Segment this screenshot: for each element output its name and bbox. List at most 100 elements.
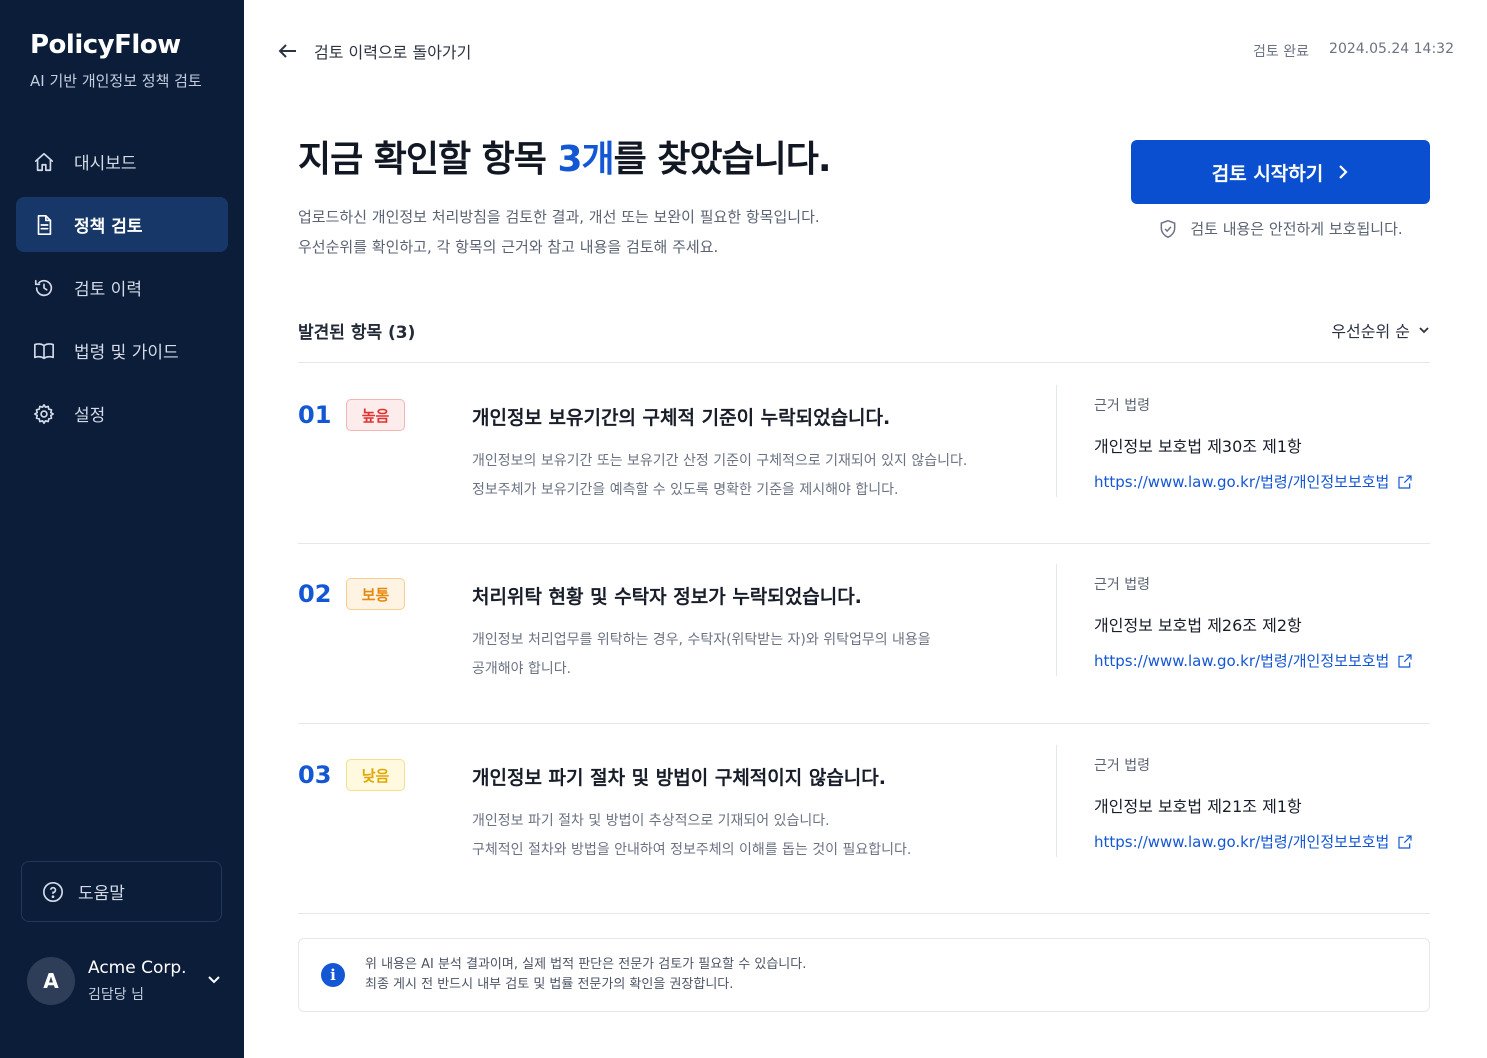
back-to-history-link[interactable]: 검토 이력으로 돌아가기 xyxy=(278,39,471,63)
finding-description: 개인정보 파기 절차 및 방법이 추상적으로 기재되어 있습니다. 구체적인 절… xyxy=(472,807,911,865)
law-link[interactable]: https://www.law.go.kr/법령/개인정보보호법 xyxy=(1094,650,1413,671)
law-reference: 개인정보 보호법 제21조 제1항 xyxy=(1094,797,1302,816)
finding-number: 02 xyxy=(298,580,332,608)
account-user: 김담당 님 xyxy=(88,987,144,1003)
sidebar-item-policy-review[interactable]: 정책 검토 xyxy=(16,197,228,252)
notice-line: 최종 게시 전 반드시 내부 검토 및 법률 전문가의 확인을 권장합니다. xyxy=(365,977,734,992)
brand: PolicyFlow AI 기반 개인정보 정책 검토 xyxy=(30,30,202,91)
divider xyxy=(298,723,1430,724)
help-button[interactable]: 도움말 xyxy=(21,861,222,922)
description-line: 공개해야 합니다. xyxy=(472,661,572,677)
divider xyxy=(1056,745,1057,857)
sidebar-item-label: 검토 이력 xyxy=(74,280,142,300)
sidebar-item-settings[interactable]: 설정 xyxy=(16,386,228,441)
law-label: 근거 법령 xyxy=(1094,577,1150,593)
review-status: 검토 완료 2024.05.24 14:32 xyxy=(1253,41,1454,61)
findings-title: 발견된 항목 (3) xyxy=(298,322,416,343)
notice-text: 위 내용은 AI 분석 결과이며, 실제 법적 판단은 전문가 검토가 필요할 … xyxy=(365,955,806,995)
info-icon: i xyxy=(321,963,345,987)
chevron-right-icon xyxy=(1339,165,1348,179)
history-icon xyxy=(32,276,56,300)
title-count: 3개 xyxy=(557,139,614,180)
review-datetime: 2024.05.24 14:32 xyxy=(1329,41,1454,57)
findings-header: 발견된 항목 (3) 우선순위 순 xyxy=(298,316,1430,344)
page-description: 업로드하신 개인정보 처리방침을 검토한 결과, 개선 또는 보완이 필요한 항… xyxy=(298,202,820,262)
sidebar-item-label: 대시보드 xyxy=(74,154,137,174)
description-line: 구체적인 절차와 방법을 안내하여 정보주체의 이해를 돕는 것이 필요합니다. xyxy=(472,842,912,858)
finding-description: 개인정보의 보유기간 또는 보유기간 산정 기준이 구체적으로 기재되어 있지 … xyxy=(472,447,967,505)
title-text-end: 를 찾았습니다. xyxy=(613,139,832,180)
ai-disclaimer-notice: i 위 내용은 AI 분석 결과이며, 실제 법적 판단은 전문가 검토가 필요… xyxy=(298,938,1430,1012)
security-note-text: 검토 내용은 안전하게 보호됩니다. xyxy=(1190,220,1403,238)
finding-number: 03 xyxy=(298,761,332,789)
sort-label: 우선순위 순 xyxy=(1331,322,1410,341)
chevron-down-icon xyxy=(206,971,222,991)
status-label: 검토 완료 xyxy=(1253,44,1310,60)
description-line: 개인정보 처리업무를 위탁하는 경우, 수탁자(위탁받는 자)와 위탁업무의 내… xyxy=(472,632,931,648)
priority-badge: 보통 xyxy=(346,578,405,610)
start-review-button[interactable]: 검토 시작하기 xyxy=(1131,140,1430,204)
book-icon xyxy=(32,339,56,363)
description-line: 우선순위를 확인하고, 각 항목의 근거와 참고 내용을 검토해 주세요. xyxy=(298,238,719,256)
start-review-label: 검토 시작하기 xyxy=(1211,162,1324,185)
law-label: 근거 법령 xyxy=(1094,398,1150,414)
description-line: 정보주체가 보유기간을 예측할 수 있도록 명확한 기준을 제시해야 합니다. xyxy=(472,482,899,498)
chevron-down-icon xyxy=(1419,327,1429,334)
description-line: 개인정보 파기 절차 및 방법이 추상적으로 기재되어 있습니다. xyxy=(472,813,830,829)
security-note: 검토 내용은 안전하게 보호됩니다. xyxy=(1131,218,1430,239)
law-link-text: https://www.law.go.kr/법령/개인정보보호법 xyxy=(1094,652,1390,670)
law-link-text: https://www.law.go.kr/법령/개인정보보호법 xyxy=(1094,473,1390,491)
back-label: 검토 이력으로 돌아가기 xyxy=(314,43,472,62)
page-title: 지금 확인할 항목 3개를 찾았습니다. xyxy=(298,130,832,182)
account-switcher[interactable]: A Acme Corp. 김담당 님 xyxy=(27,955,222,1007)
law-label: 근거 법령 xyxy=(1094,758,1150,774)
title-text: 지금 확인할 항목 xyxy=(298,139,558,180)
help-icon xyxy=(43,881,63,902)
divider xyxy=(298,362,1430,363)
finding-description: 개인정보 처리업무를 위탁하는 경우, 수탁자(위탁받는 자)와 위탁업무의 내… xyxy=(472,626,931,684)
gear-icon xyxy=(32,402,56,426)
notice-line: 위 내용은 AI 분석 결과이며, 실제 법적 판단은 전문가 검토가 필요할 … xyxy=(365,957,807,972)
arrow-left-icon xyxy=(278,44,296,58)
finding-item[interactable]: 03 낮음 개인정보 파기 절차 및 방법이 구체적이지 않습니다. 개인정보 … xyxy=(298,745,1430,869)
brand-logo-text[interactable]: PolicyFlow xyxy=(30,30,202,60)
sidebar-item-history[interactable]: 검토 이력 xyxy=(16,260,228,315)
external-link-icon xyxy=(1398,474,1412,489)
divider xyxy=(298,543,1430,544)
description-line: 업로드하신 개인정보 처리방침을 검토한 결과, 개선 또는 보완이 필요한 항… xyxy=(298,208,820,226)
topbar: 검토 이력으로 돌아가기 검토 완료 2024.05.24 14:32 xyxy=(278,38,1454,64)
sidebar: PolicyFlow AI 기반 개인정보 정책 검토 대시보드 정책 검토 검… xyxy=(0,0,244,1058)
external-link-icon xyxy=(1398,653,1412,668)
finding-item[interactable]: 01 높음 개인정보 보유기간의 구체적 기준이 누락되었습니다. 개인정보의 … xyxy=(298,385,1430,509)
priority-badge: 낮음 xyxy=(346,759,405,791)
description-line: 개인정보의 보유기간 또는 보유기간 산정 기준이 구체적으로 기재되어 있지 … xyxy=(472,453,968,469)
priority-badge: 높음 xyxy=(346,399,405,431)
brand-subtitle: AI 기반 개인정보 정책 검토 xyxy=(30,72,202,90)
finding-number: 01 xyxy=(298,401,332,429)
divider xyxy=(298,913,1430,914)
account-name: Acme Corp. xyxy=(88,958,187,978)
law-reference: 개인정보 보호법 제26조 제2항 xyxy=(1094,616,1302,635)
external-link-icon xyxy=(1398,834,1412,849)
law-link-text: https://www.law.go.kr/법령/개인정보보호법 xyxy=(1094,833,1390,851)
divider xyxy=(1056,564,1057,676)
document-icon xyxy=(32,213,56,237)
home-icon xyxy=(32,150,56,174)
help-label: 도움말 xyxy=(78,884,125,904)
law-link[interactable]: https://www.law.go.kr/법령/개인정보보호법 xyxy=(1094,831,1413,852)
sidebar-item-label: 법령 및 가이드 xyxy=(74,343,179,363)
sort-dropdown[interactable]: 우선순위 순 xyxy=(1331,318,1430,342)
avatar: A xyxy=(27,957,75,1005)
sidebar-item-label: 설정 xyxy=(74,406,106,426)
finding-title: 개인정보 파기 절차 및 방법이 구체적이지 않습니다. xyxy=(472,767,886,789)
sidebar-item-dashboard[interactable]: 대시보드 xyxy=(16,134,228,189)
law-reference: 개인정보 보호법 제30조 제1항 xyxy=(1094,437,1302,456)
finding-title: 개인정보 보유기간의 구체적 기준이 누락되었습니다. xyxy=(472,407,891,429)
shield-icon xyxy=(1160,219,1176,238)
sidebar-nav: 대시보드 정책 검토 검토 이력 법령 및 가이드 설정 xyxy=(16,134,228,449)
sidebar-item-label: 정책 검토 xyxy=(74,217,143,237)
finding-title: 처리위탁 현황 및 수탁자 정보가 누락되었습니다. xyxy=(472,586,862,608)
sidebar-item-law-guide[interactable]: 법령 및 가이드 xyxy=(16,323,228,378)
law-link[interactable]: https://www.law.go.kr/법령/개인정보보호법 xyxy=(1094,471,1413,492)
finding-item[interactable]: 02 보통 처리위탁 현황 및 수탁자 정보가 누락되었습니다. 개인정보 처리… xyxy=(298,564,1430,688)
